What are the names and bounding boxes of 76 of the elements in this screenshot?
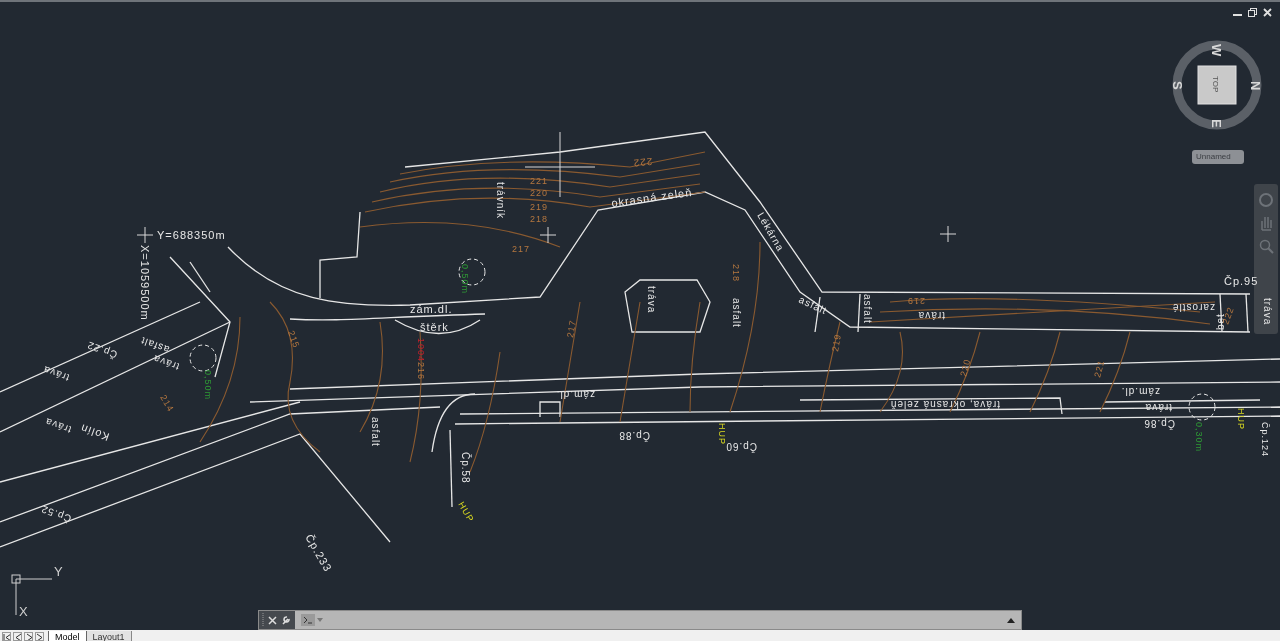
map-label: Čp.88 (618, 430, 650, 441)
dimension-label: 0,50m (203, 370, 213, 400)
map-label: asfalt (862, 294, 873, 324)
map-label: Kolín (78, 421, 111, 444)
viewcube-top-face[interactable]: TOP (1197, 65, 1237, 105)
map-label: zám.dl. (555, 389, 595, 400)
map-label: zám.dl. (1120, 386, 1160, 397)
map-label: Čp.124 (1260, 422, 1270, 458)
wrench-icon[interactable] (281, 615, 291, 625)
tab-scroll-arrow-icon[interactable] (24, 632, 33, 641)
compass-direction-label[interactable]: N (1248, 81, 1263, 91)
contour-label: 221 (530, 176, 549, 186)
map-label: tráva (41, 363, 71, 384)
map-label: asfalt (797, 293, 829, 317)
map-label: Čp.58 (460, 452, 471, 484)
contour-label: 220 (958, 357, 973, 378)
map-label: asfalt (731, 298, 742, 328)
map-label: okrasná zeleň (610, 185, 693, 209)
point-marker-icon (939, 225, 957, 243)
tree-symbol-icon (189, 344, 217, 372)
layout-tab[interactable]: Layout1 (86, 631, 132, 641)
contour-label: 218 (530, 214, 549, 224)
marker-label: 1004 (416, 338, 426, 363)
coordinate-label: Y=688350m (157, 229, 226, 241)
close-icon[interactable] (1263, 8, 1272, 17)
ucs-axis-label: Y (54, 564, 63, 579)
contour-label: 217 (565, 318, 579, 339)
map-label: štěrk (420, 321, 449, 333)
point-marker-icon (136, 226, 154, 244)
map-label: zám.dl. (410, 303, 453, 315)
grip-handle-icon[interactable] (262, 613, 264, 627)
command-prompt-icon[interactable] (301, 614, 315, 626)
map-label: tráva, okrasná zeleň (889, 399, 1000, 410)
tree-symbol-icon (1188, 393, 1216, 421)
contour-label: 216 (416, 362, 426, 381)
point-marker-icon (539, 226, 557, 244)
ucs-axes-icon (11, 574, 53, 616)
tab-scroll-arrow-icon[interactable] (13, 632, 22, 641)
utility-label: HUP (1236, 408, 1246, 430)
tab-scroll-arrow-icon[interactable] (35, 632, 44, 641)
map-label: Čp.86 (1143, 418, 1175, 429)
expand-history-icon[interactable] (1007, 617, 1015, 623)
contour-label: 215 (286, 329, 302, 350)
coordinate-label: X=1059500m (139, 245, 151, 321)
map-label: tráva (1262, 298, 1273, 326)
map-label: tráva (1144, 402, 1172, 413)
viewcube-compass-ring[interactable] (1172, 40, 1262, 130)
map-label: tráva (917, 310, 945, 321)
contour-label: 217 (512, 244, 531, 254)
map-label: asfalt (370, 417, 381, 447)
tab-scroll-arrow-icon[interactable] (2, 632, 11, 641)
map-label: Čp.95 (1224, 275, 1259, 287)
contour-label: 222 (632, 156, 653, 169)
contour-label: 219 (530, 202, 549, 212)
contour-label: 219 (830, 332, 844, 353)
dimension-label: 0,50m (460, 264, 470, 294)
contour-label: 219 (906, 296, 925, 306)
layout-tab[interactable]: Model (48, 631, 87, 641)
map-label: Čp.60 (725, 441, 757, 452)
compass-direction-label[interactable]: E (1209, 119, 1224, 128)
map-label: tráva (43, 415, 73, 436)
compass-direction-label[interactable]: S (1170, 81, 1185, 90)
crosshair-cursor-icon (524, 131, 596, 198)
ucs-axis-label: X (19, 604, 28, 619)
dimension-label: 0,30m (1194, 422, 1204, 452)
contour-label: 221 (1092, 358, 1107, 379)
close-icon[interactable] (268, 615, 277, 625)
utility-label: HUP (717, 423, 727, 445)
map-label: tráva (646, 286, 657, 314)
map-label: zarostlé (1172, 302, 1215, 313)
view-name-dropdown[interactable]: Unnamed (1192, 150, 1244, 164)
map-label: trávník (495, 182, 506, 219)
contour-label: 220 (530, 188, 549, 198)
compass-direction-label[interactable]: W (1209, 44, 1224, 57)
contour-label: 218 (731, 264, 741, 283)
restore-icon[interactable] (1248, 8, 1257, 17)
